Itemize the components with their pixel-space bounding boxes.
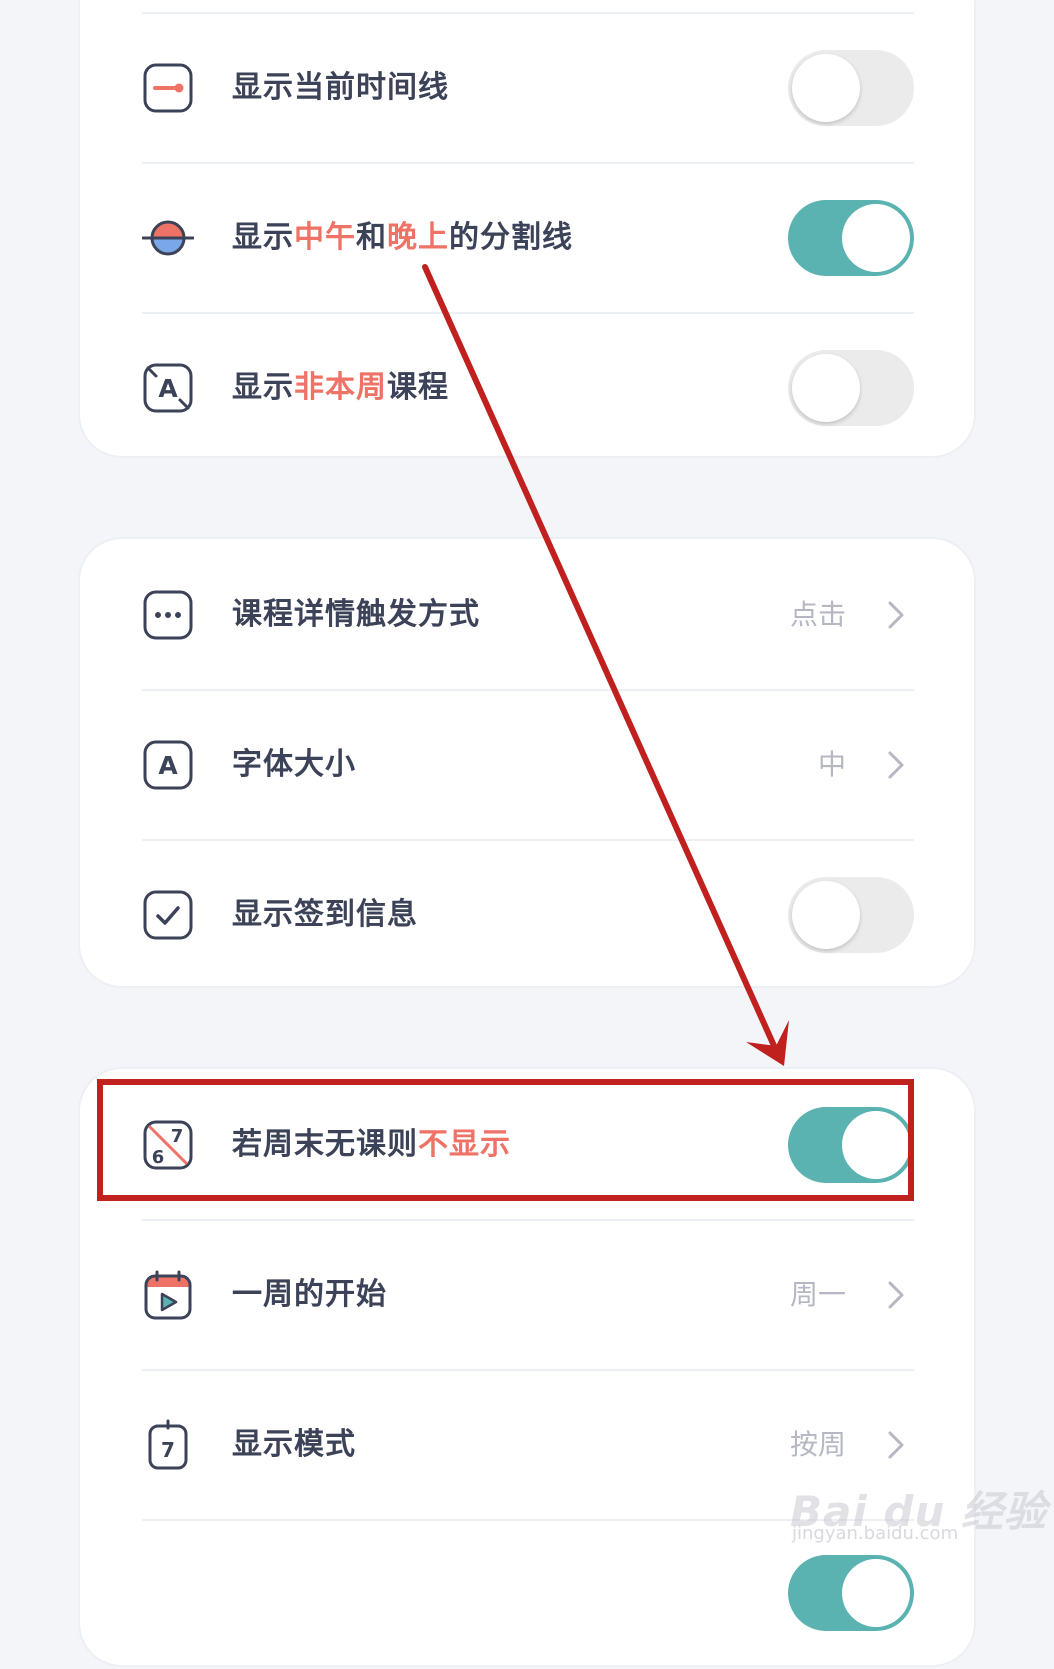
baidu-watermark-url: jingyan.baidu.com [792, 1523, 959, 1544]
annotation-arrow [422, 264, 789, 1066]
